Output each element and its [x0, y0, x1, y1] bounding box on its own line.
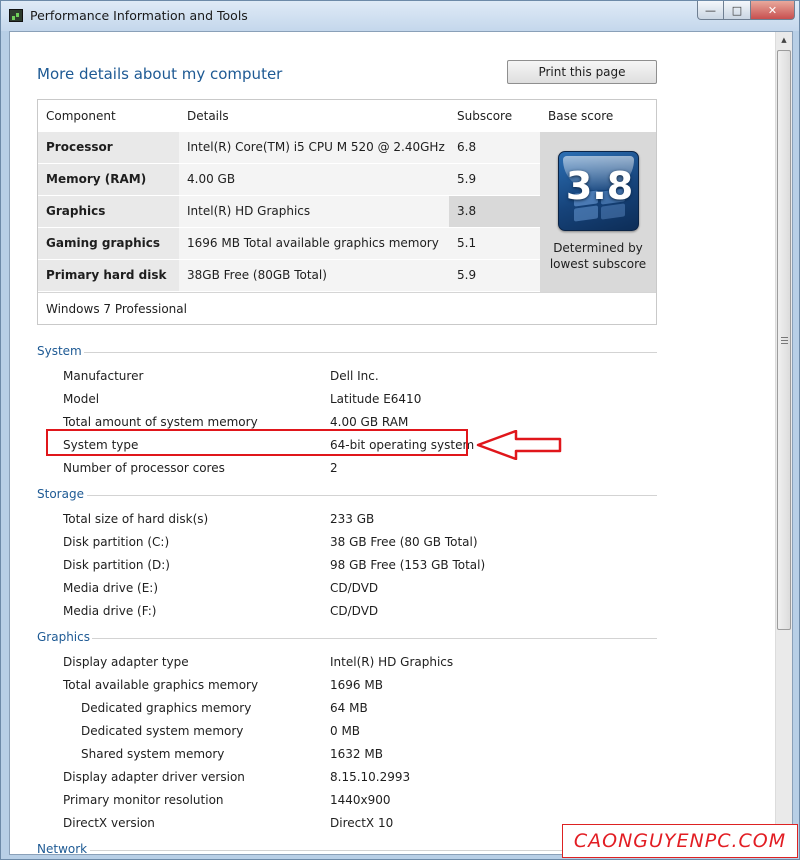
component-details: 38GB Free (80GB Total): [179, 260, 449, 291]
window-controls: — □ ✕: [697, 1, 795, 21]
component-subscore: 5.9: [449, 260, 540, 291]
app-window: Performance Information and Tools — □ ✕ …: [0, 0, 800, 860]
component-name: Memory (RAM): [38, 164, 179, 195]
score-table-header: Component Details Subscore Base score: [38, 100, 656, 132]
detail-value: 0 MB: [330, 724, 361, 738]
maximize-button[interactable]: □: [724, 1, 751, 20]
header-subscore: Subscore: [457, 109, 513, 123]
detail-label: Media drive (F:): [63, 604, 157, 618]
component-name: Processor: [38, 132, 179, 163]
detail-value: 98 GB Free (153 GB Total): [330, 558, 486, 572]
section-divider: [92, 638, 657, 639]
table-row: Primary hard disk 38GB Free (80GB Total)…: [38, 260, 540, 292]
detail-label: Dedicated graphics memory: [81, 701, 252, 715]
scrollbar-thumb[interactable]: [777, 50, 791, 630]
detail-value: DirectX 10: [330, 816, 394, 830]
maximize-icon: □: [731, 3, 743, 17]
component-details: Intel(R) Core(TM) i5 CPU M 520 @ 2.40GHz: [179, 132, 449, 163]
detail-value: CD/DVD: [330, 604, 379, 618]
detail-value: 1696 MB: [330, 678, 383, 692]
base-score-value: 3.8: [565, 164, 634, 208]
detail-value: Intel(R) HD Graphics: [330, 655, 454, 669]
scroll-up-icon[interactable]: ▲: [776, 32, 792, 48]
base-score-note: Determined by lowest subscore: [549, 241, 647, 271]
detail-value: CD/DVD: [330, 581, 379, 595]
component-details: 4.00 GB: [179, 164, 449, 195]
detail-label: Display adapter type: [63, 655, 189, 669]
detail-label: DirectX version: [63, 816, 155, 830]
detail-label: Dedicated system memory: [81, 724, 244, 738]
section-title-storage: Storage: [37, 487, 84, 501]
component-name: Gaming graphics: [38, 228, 179, 259]
page-title: More details about my computer: [37, 65, 283, 83]
detail-value: Dell Inc.: [330, 369, 379, 383]
component-details: Intel(R) HD Graphics: [179, 196, 449, 227]
section-title-network: Network: [37, 842, 88, 855]
window-title: Performance Information and Tools: [30, 8, 248, 23]
header-base-score: Base score: [548, 109, 614, 123]
detail-value: 38 GB Free (80 GB Total): [330, 535, 478, 549]
section-title-graphics: Graphics: [37, 630, 90, 644]
header-details: Details: [187, 109, 229, 123]
detail-label: Number of processor cores: [63, 461, 225, 475]
table-row: Graphics Intel(R) HD Graphics 3.8: [38, 196, 540, 228]
section-title-system: System: [37, 344, 82, 358]
detail-label: Total available graphics memory: [63, 678, 259, 692]
component-subscore: 6.8: [449, 132, 540, 163]
minimize-icon: —: [705, 3, 716, 17]
detail-label: Media drive (E:): [63, 581, 159, 595]
base-score-panel: 3.8 Determined by lowest subscore: [540, 132, 656, 292]
performance-tools-icon: [9, 9, 23, 22]
content-pane: More details about my computer Print thi…: [9, 31, 793, 855]
minimize-button[interactable]: —: [697, 1, 724, 20]
header-component: Component: [46, 109, 116, 123]
print-page-button[interactable]: Print this page: [507, 60, 657, 84]
component-subscore: 5.1: [449, 228, 540, 259]
detail-value: 1632 MB: [330, 747, 383, 761]
os-edition: Windows 7 Professional: [38, 292, 656, 324]
component-details: 1696 MB Total available graphics memory: [179, 228, 449, 259]
title-bar[interactable]: Performance Information and Tools — □ ✕: [1, 1, 799, 31]
detail-value: 8.15.10.2993: [330, 770, 411, 784]
section-divider: [87, 495, 657, 496]
detail-label: Shared system memory: [81, 747, 225, 761]
detail-label: Total size of hard disk(s): [63, 512, 209, 526]
watermark: CAONGUYENPC.COM: [562, 824, 798, 858]
pointer-arrow-icon: [476, 430, 562, 460]
detail-label: Disk partition (D:): [63, 558, 170, 572]
base-score-badge: 3.8: [558, 151, 639, 231]
component-subscore: 5.9: [449, 164, 540, 195]
detail-label: Total amount of system memory: [63, 415, 258, 429]
score-table: Component Details Subscore Base score Pr…: [37, 99, 657, 325]
detail-value: 1440x900: [330, 793, 391, 807]
table-row: Processor Intel(R) Core(TM) i5 CPU M 520…: [38, 132, 540, 164]
table-row: Memory (RAM) 4.00 GB 5.9: [38, 164, 540, 196]
close-button[interactable]: ✕: [751, 1, 795, 20]
vertical-scrollbar[interactable]: ▲ ▼: [775, 32, 792, 854]
detail-label: Display adapter driver version: [63, 770, 245, 784]
detail-value: Latitude E6410: [330, 392, 422, 406]
close-icon: ✕: [767, 3, 778, 17]
detail-label: Disk partition (C:): [63, 535, 170, 549]
detail-label: Model: [63, 392, 100, 406]
component-name: Primary hard disk: [38, 260, 179, 291]
detail-value: 233 GB: [330, 512, 375, 526]
table-row: Gaming graphics 1696 MB Total available …: [38, 228, 540, 260]
detail-value: 4.00 GB RAM: [330, 415, 409, 429]
detail-label: Primary monitor resolution: [63, 793, 224, 807]
component-subscore: 3.8: [449, 196, 540, 227]
component-name: Graphics: [38, 196, 179, 227]
section-divider: [84, 352, 657, 353]
detail-value: 64 MB: [330, 701, 368, 715]
system-type-highlight: [46, 429, 468, 456]
detail-label: Manufacturer: [63, 369, 144, 383]
detail-value: 2: [330, 461, 338, 475]
